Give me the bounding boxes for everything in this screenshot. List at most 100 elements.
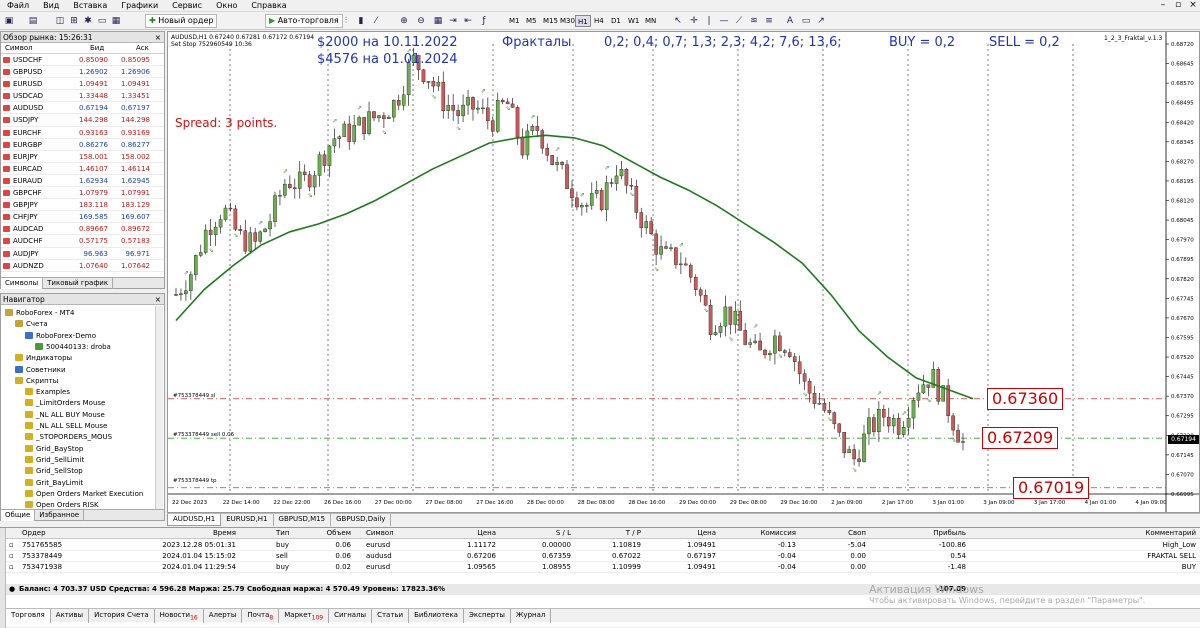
market-watch-row[interactable]: GBPCHF 1.07979 1.07991 [1,187,164,200]
navigator-item[interactable]: _NL ALL BUY Mouse [25,410,105,420]
terminal-tab[interactable]: Почта8 [242,609,280,623]
column-header[interactable]: Своп [806,528,866,539]
navigator-item[interactable]: Open Orders Market Execution [25,489,143,499]
navigator-item[interactable]: _LimitOrders Mouse [25,398,105,408]
column-header[interactable]: T / P [581,528,641,539]
column-header[interactable]: Цена [656,528,716,539]
timeframe-m5[interactable]: M5 [524,15,539,27]
column-header[interactable]: Прибыль [886,528,966,539]
market-watch-row[interactable]: GBPUSD 1.26902 1.26906 [1,66,164,79]
profiles-icon[interactable]: ▤ [27,15,39,27]
column-header[interactable]: Цена [436,528,496,539]
autoscroll-icon[interactable]: ⇥ [447,15,459,27]
chart-tab[interactable]: EURUSD,H1 [221,514,274,526]
column-header[interactable]: Символ [366,528,406,539]
market-watch-row[interactable]: EURCAD 1.46107 1.46114 [1,163,164,175]
navigator-tab[interactable]: Общие [1,510,36,521]
market-watch-row[interactable]: EURJPY 158.001 158.002 [1,151,164,163]
terminal-tab[interactable]: Маркет109 [279,609,330,623]
terminal-tab[interactable]: Новости16 [155,609,204,623]
label-icon[interactable]: ▭ [800,15,812,27]
navigator-item[interactable]: Grid_SellLimit [25,455,84,465]
order-row[interactable]: ▫ 753471938 2024.01.04 11:29:54 buy 0.02 euru… [6,562,1200,573]
menu-item[interactable]: Справка [244,0,293,12]
timeframe-w1[interactable]: W1 [626,15,641,27]
navigator-item[interactable]: Grid_SellStop [25,466,83,476]
order-row[interactable]: ▫ 751765585 2023.12.28 05:01:31 buy 0.06 euru… [6,540,1200,551]
terminal-icon[interactable]: ▭ [96,15,108,27]
terminal-tab[interactable]: Торговля [6,609,51,623]
menu-item[interactable]: Графики [114,0,165,12]
menu-item[interactable]: Вид [36,0,66,12]
new-order-button[interactable]: ✚ Новый ордер [145,14,218,28]
market-watch-row[interactable]: USDCAD 1.33448 1.33451 [1,90,164,103]
indicators-icon[interactable]: ƒ [478,15,490,27]
navigator-tab[interactable]: Избранное [35,510,85,521]
candles-icon[interactable]: ▮ [355,15,367,27]
column-header[interactable]: Комментарий [996,528,1196,539]
terminal-tab[interactable]: Журнал [511,609,552,623]
channel-icon[interactable]: ≋ [748,15,760,27]
terminal-tab[interactable]: Библиотека [409,609,464,623]
menu-item[interactable]: Окно [209,0,244,12]
market-watch-row[interactable]: AUDCAD 0.89667 0.89672 [1,223,164,236]
tester-icon[interactable]: ▦ [110,15,122,27]
navigator-item[interactable]: _NL ALL SELL Mouse [25,421,107,431]
market-watch-tab[interactable]: Тиковый график [43,278,114,289]
order-row[interactable]: ▫ 753378449 2024.01.04 15:15:02 sell 0.06 aud… [6,551,1200,562]
new-chart-icon[interactable]: ▣ [3,15,15,27]
column-header[interactable]: Объем [311,528,351,539]
tile-windows-icon[interactable]: ▦ [432,15,444,27]
vertical-line-icon[interactable]: | [703,15,715,27]
navigator-item[interactable]: RoboForex - MT4 [5,308,74,318]
menu-item[interactable]: Сервис [165,0,209,12]
column-header[interactable]: Тип [276,528,306,539]
zoom-in-icon[interactable]: ⊕ [398,15,410,27]
fibo-icon[interactable]: ≡ [763,15,775,27]
navigator-item[interactable]: Examples [25,387,70,397]
column-header[interactable]: S / L [511,528,571,539]
market-watch-row[interactable]: EURUSD 1.09491 1.09491 [1,78,164,91]
navigator-icon[interactable]: ✱ [82,15,94,27]
market-watch-icon[interactable]: ◫ [54,15,66,27]
timeframe-mn[interactable]: MN [643,15,658,27]
terminal-tab[interactable]: Статьи [372,609,410,623]
market-watch-row[interactable]: EURGBP 0.86276 0.86277 [1,139,164,151]
market-watch-row[interactable]: AUDUSD 0.67194 0.67197 [1,102,164,115]
chart-tab[interactable]: GBPUSD,Daily [331,514,392,526]
navigator-item[interactable]: Скрипты [15,376,58,386]
menu-item[interactable]: Файл [0,0,36,12]
terminal-tab[interactable]: Алерты [204,609,243,623]
navigator-scrollbar[interactable] [155,306,163,510]
terminal-tab[interactable]: Активы [51,609,90,623]
menu-item[interactable]: Вставка [66,0,114,12]
line-chart-icon[interactable]: ⁄ [370,15,382,27]
navigator-item[interactable]: _STOPORDERS_MOUS [25,432,112,442]
column-header[interactable]: Время [156,528,236,539]
text-icon[interactable]: A [784,15,796,27]
market-watch-row[interactable]: GBPJPY 183.118 183.129 [1,199,164,212]
navigator-item[interactable]: 500440133: droba [35,342,111,352]
chart-window[interactable]: 0.68720 0.68645 0.68570 0.68495 0.68420 0.683… [167,31,1200,513]
minimize-icon[interactable]: – [1156,0,1170,12]
timeframe-d1[interactable]: D1 [609,15,623,27]
market-watch-tab[interactable]: Символы [1,278,44,289]
horizontal-line-icon[interactable]: — [718,15,730,27]
terminal-tab[interactable]: Эксперты [464,609,511,623]
terminal-tab[interactable]: Сигналы [329,609,373,623]
data-window-icon[interactable]: ⊞ [68,15,80,27]
autotrading-button[interactable]: ▶ Авто-торговля [265,14,343,28]
navigator-item[interactable]: Счета [15,319,48,329]
crosshair-icon[interactable]: ✛ [688,15,700,27]
terminal-tab[interactable]: История Счета [89,609,155,623]
close-icon[interactable]: × [155,294,161,305]
restore-icon[interactable]: ▫ [1171,0,1185,12]
chart-shift-icon[interactable]: ⇤ [462,15,474,27]
navigator-item[interactable]: Grid_BayStop [25,444,83,454]
market-watch-row[interactable]: AUDCHF 0.57175 0.57183 [1,235,164,248]
navigator-item[interactable]: Советники [15,365,66,375]
market-watch-row[interactable]: AUDJPY 96.963 96.971 [1,248,164,260]
navigator-item[interactable]: RoboForex-Demo [25,331,96,341]
market-watch-row[interactable]: CHFJPY 169.585 169.607 [1,211,164,224]
chart-tab[interactable]: GBPUSD,M15 [274,514,332,526]
